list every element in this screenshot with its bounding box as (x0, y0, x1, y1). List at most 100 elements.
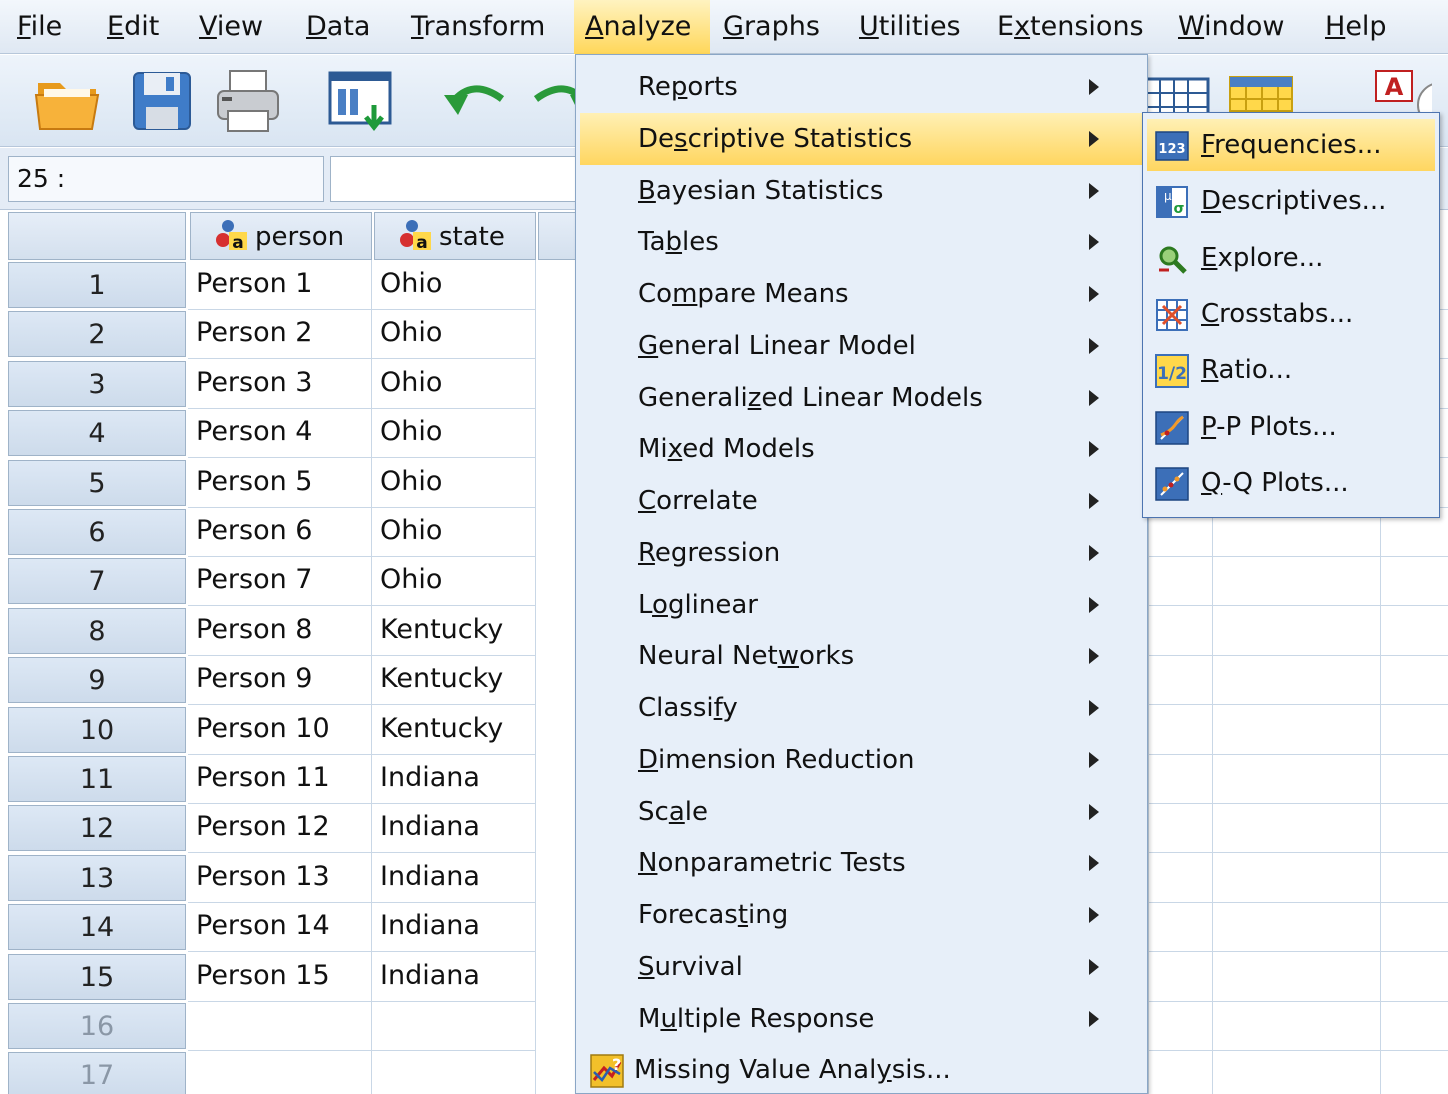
menu-item-q-q-plots[interactable]: Q-Q Plots... (1147, 457, 1435, 509)
menu-item-tables[interactable]: Tables (580, 216, 1143, 268)
menu-item-general-linear-model[interactable]: General Linear Model (580, 320, 1143, 372)
cell-person[interactable]: Person 5 (188, 458, 372, 508)
cell-empty[interactable] (1148, 606, 1448, 656)
cell-person[interactable]: Person 3 (188, 359, 372, 409)
menu-view[interactable]: View (188, 0, 274, 54)
row-header[interactable]: 17 (8, 1052, 186, 1094)
menu-transform[interactable]: Transform (400, 0, 556, 54)
row-header[interactable]: 6 (8, 509, 186, 555)
menu-item-descriptives[interactable]: μ σ Descriptives... (1147, 175, 1435, 227)
menu-item-scale[interactable]: Scale (580, 786, 1143, 838)
menu-graphs[interactable]: Graphs (712, 0, 831, 54)
column-header-state[interactable]: a state (374, 212, 536, 260)
menu-extensions[interactable]: Extensions (986, 0, 1155, 54)
menu-data[interactable]: Data (295, 0, 381, 54)
cell-state[interactable]: Ohio (372, 458, 536, 508)
row-header[interactable]: 14 (8, 904, 186, 950)
row-header[interactable]: 7 (8, 558, 186, 604)
row-header[interactable]: 13 (8, 855, 186, 901)
cell-state[interactable]: Indiana (372, 853, 536, 903)
dialog-recall-icon[interactable] (324, 65, 396, 137)
cell-empty[interactable] (1148, 1001, 1448, 1051)
row-header[interactable]: 5 (8, 460, 186, 506)
row-header[interactable]: 12 (8, 805, 186, 851)
row-header[interactable]: 8 (8, 608, 186, 654)
column-header-person[interactable]: a person (190, 212, 372, 260)
cell-empty[interactable] (1148, 853, 1448, 903)
row-header[interactable]: 10 (8, 707, 186, 753)
menu-item-reports[interactable]: Reports (580, 61, 1143, 113)
cell-state[interactable]: Indiana (372, 803, 536, 853)
undo-icon[interactable] (438, 65, 510, 137)
row-header[interactable]: 16 (8, 1003, 186, 1049)
cell-state[interactable]: Ohio (372, 260, 536, 310)
cell-state[interactable]: Ohio (372, 359, 536, 409)
cell-person[interactable]: Person 9 (188, 655, 372, 705)
cell-empty[interactable] (1148, 952, 1448, 1002)
menu-item-explore[interactable]: Explore... (1147, 232, 1435, 284)
cell-empty[interactable] (1148, 803, 1448, 853)
cell-person[interactable]: Person 13 (188, 853, 372, 903)
row-header[interactable]: 9 (8, 657, 186, 703)
menu-item-generalized-linear-models[interactable]: Generalized Linear Models (580, 372, 1143, 424)
cell-person[interactable] (188, 1050, 372, 1094)
menu-item-multiple-response[interactable]: Multiple Response (580, 993, 1143, 1045)
menu-item-loglinear[interactable]: Loglinear (580, 579, 1143, 631)
cell-state[interactable]: Indiana (372, 754, 536, 804)
menu-item-correlate[interactable]: Correlate (580, 475, 1143, 527)
menu-item-forecasting[interactable]: Forecasting (580, 889, 1143, 941)
menu-help[interactable]: Help (1314, 0, 1398, 54)
menu-item-compare-means[interactable]: Compare Means (580, 268, 1143, 320)
menu-item-ratio[interactable]: 1/2 Ratio... (1147, 344, 1435, 396)
menu-analyze[interactable]: Analyze (574, 0, 710, 54)
menu-item-crosstabs[interactable]: Crosstabs... (1147, 288, 1435, 340)
cell-person[interactable]: Person 8 (188, 606, 372, 656)
row-header[interactable]: 2 (8, 311, 186, 357)
menu-item-mixed-models[interactable]: Mixed Models (580, 423, 1143, 475)
cell-person[interactable]: Person 4 (188, 408, 372, 458)
menu-item-classify[interactable]: Classify (580, 682, 1143, 734)
print-icon[interactable] (212, 65, 284, 137)
menu-item-dimension-reduction[interactable]: Dimension Reduction (580, 734, 1143, 786)
menu-window[interactable]: Window (1167, 0, 1295, 54)
save-icon[interactable] (126, 65, 198, 137)
cell-state[interactable]: Ohio (372, 408, 536, 458)
cell-state[interactable]: Ohio (372, 507, 536, 557)
cell-person[interactable]: Person 15 (188, 952, 372, 1002)
open-folder-icon[interactable] (32, 65, 104, 137)
row-header[interactable]: 11 (8, 756, 186, 802)
cell-empty[interactable] (1148, 655, 1448, 705)
cell-state[interactable]: Kentucky (372, 655, 536, 705)
cell-person[interactable]: Person 6 (188, 507, 372, 557)
menu-item-missing-value-analysis[interactable]: ? Missing Value Analysis... (580, 1044, 1143, 1094)
cell-state[interactable]: Kentucky (372, 705, 536, 755)
menu-item-regression[interactable]: Regression (580, 527, 1143, 579)
cell-state[interactable]: Ohio (372, 556, 536, 606)
menu-item-bayesian-statistics[interactable]: Bayesian Statistics (580, 165, 1143, 217)
cell-empty[interactable] (1148, 902, 1448, 952)
cell-person[interactable]: Person 12 (188, 803, 372, 853)
cell-person[interactable]: Person 10 (188, 705, 372, 755)
menu-item-frequencies[interactable]: 123 Frequencies... (1147, 119, 1435, 171)
cell-state[interactable] (372, 1050, 536, 1094)
cell-empty[interactable] (1148, 1050, 1448, 1094)
cell-person[interactable]: Person 2 (188, 309, 372, 359)
menu-file[interactable]: File (6, 0, 73, 54)
cell-state[interactable]: Indiana (372, 952, 536, 1002)
row-header[interactable]: 1 (8, 262, 186, 308)
menu-edit[interactable]: Edit (96, 0, 170, 54)
row-header[interactable]: 3 (8, 361, 186, 407)
menu-item-descriptive-statistics[interactable]: Descriptive Statistics (580, 113, 1143, 165)
menu-item-survival[interactable]: Survival (580, 941, 1143, 993)
menu-item-nonparametric-tests[interactable]: Nonparametric Tests (580, 837, 1143, 889)
cell-state[interactable] (372, 1001, 536, 1051)
cell-empty[interactable] (1148, 754, 1448, 804)
cell-person[interactable] (188, 1001, 372, 1051)
row-header[interactable]: 15 (8, 954, 186, 1000)
cell-state[interactable]: Indiana (372, 902, 536, 952)
menu-item-neural-networks[interactable]: Neural Networks (580, 630, 1143, 682)
cell-state[interactable]: Kentucky (372, 606, 536, 656)
menu-utilities[interactable]: Utilities (848, 0, 972, 54)
cell-person[interactable]: Person 1 (188, 260, 372, 310)
menu-item-p-p-plots[interactable]: P-P Plots... (1147, 401, 1435, 453)
